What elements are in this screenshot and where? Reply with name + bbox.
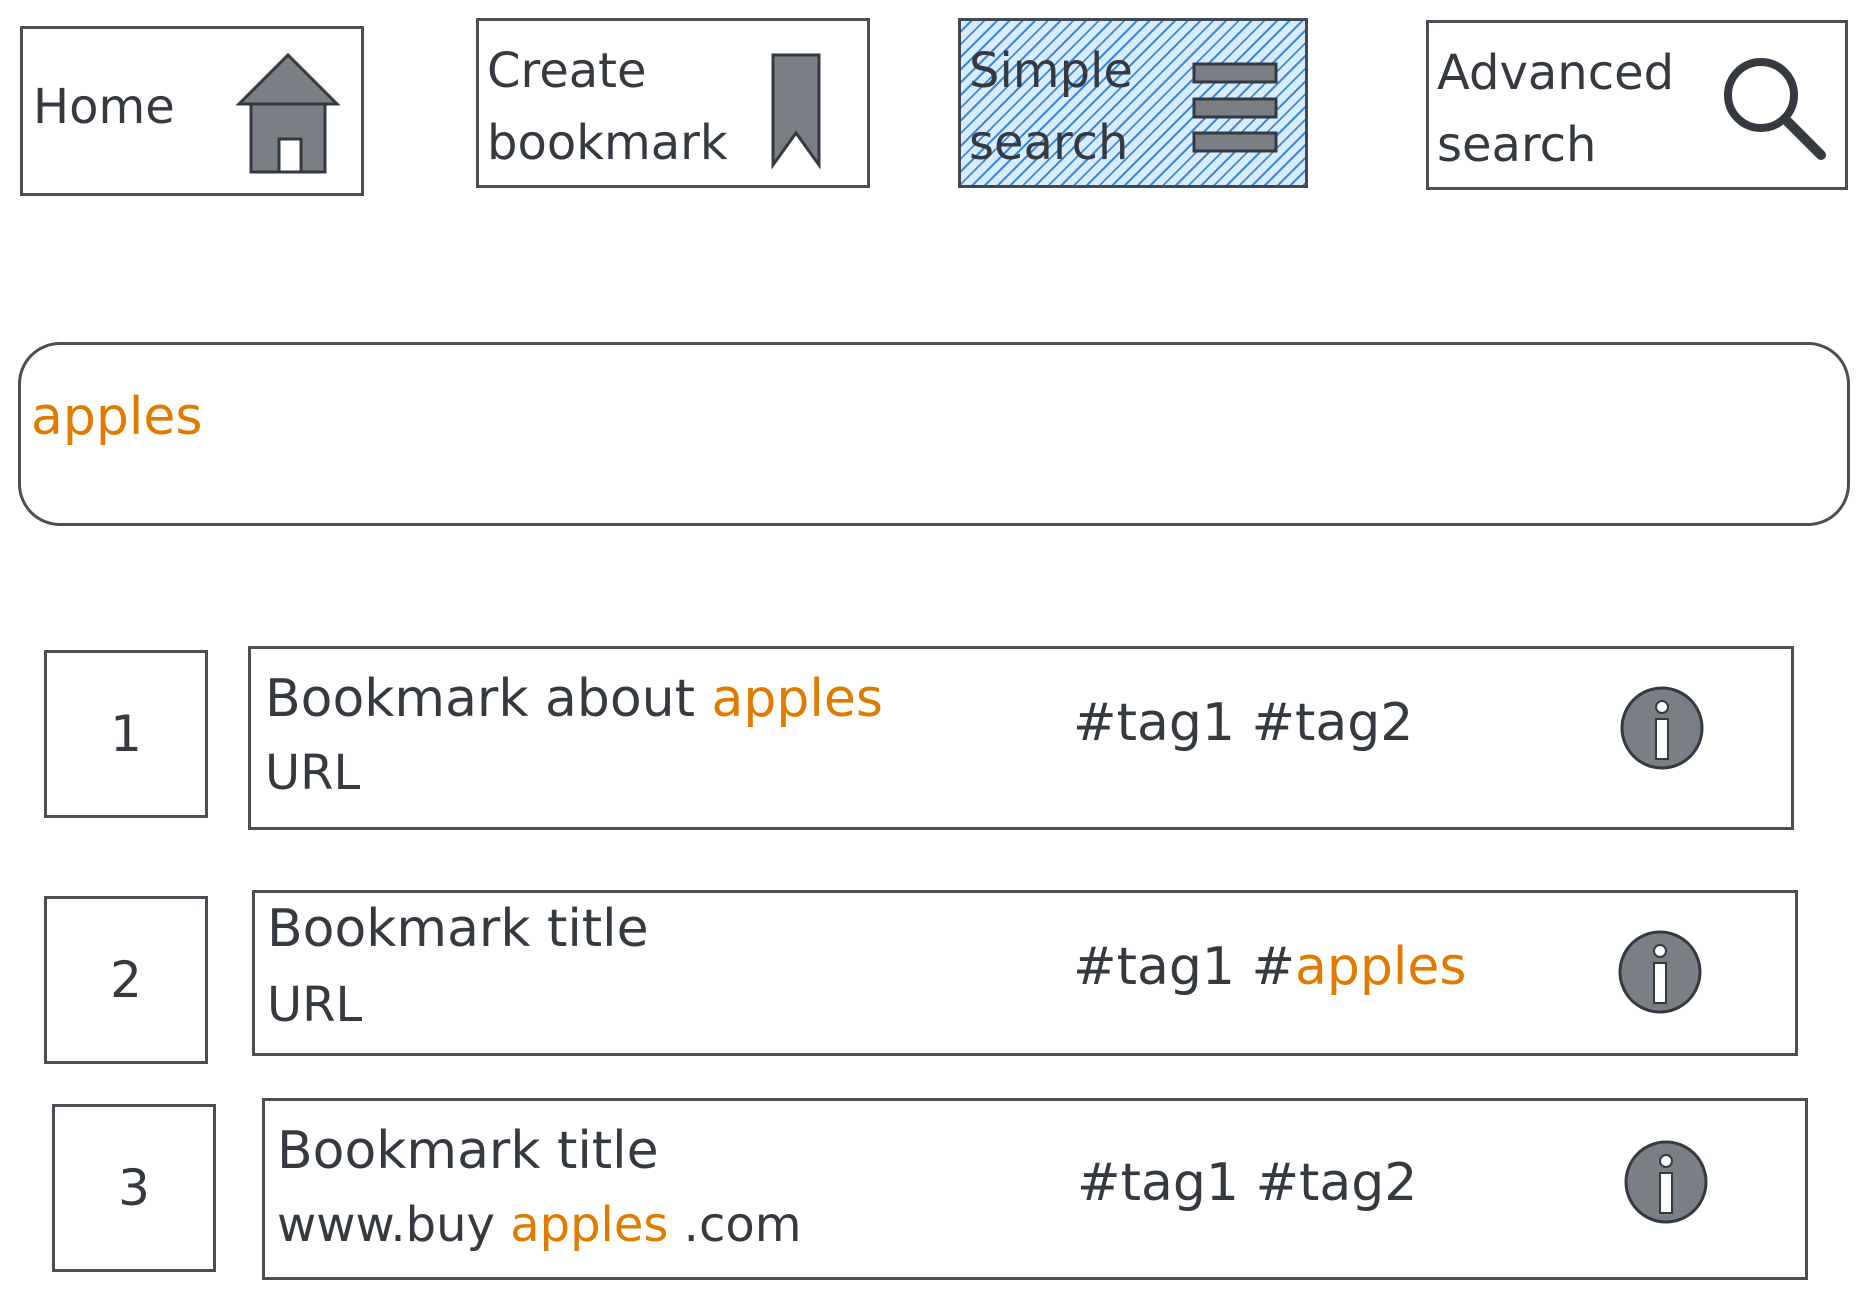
magnifier-icon	[1724, 58, 1826, 160]
result-title: Bookmark title	[267, 899, 649, 959]
advanced-search-label: Advanced search	[1437, 45, 1675, 173]
bookmark-icon	[771, 53, 821, 170]
result-tags-highlight: apples	[1295, 937, 1467, 997]
info-icon[interactable]	[1619, 685, 1705, 771]
result-tags: #tag1 #apples	[1073, 937, 1466, 997]
hamburger-menu-icon	[1192, 62, 1278, 153]
result-title-text: Bookmark title	[277, 1121, 659, 1181]
info-icon[interactable]	[1623, 1139, 1709, 1225]
search-input-value: apples	[31, 387, 203, 447]
result-row[interactable]: Bookmark title URL #tag1 #apples	[252, 890, 1798, 1056]
result-url: www.buy apples .com	[277, 1197, 801, 1253]
result-url: URL	[267, 977, 362, 1033]
result-tags: #tag1 #tag2	[1077, 1153, 1417, 1213]
result-tags: #tag1 #tag2	[1073, 693, 1413, 753]
result-title: Bookmark about apples	[265, 669, 883, 729]
result-index: 3	[52, 1104, 216, 1272]
create-bookmark-label: Create bookmark	[487, 43, 728, 171]
result-title-highlight: apples	[711, 669, 883, 729]
result-title: Bookmark title	[277, 1121, 659, 1181]
house-icon	[235, 52, 341, 174]
result-row[interactable]: Bookmark title www.buy apples .com #tag1…	[262, 1098, 1808, 1280]
advanced-search-button[interactable]: Advanced search	[1426, 20, 1848, 190]
result-index: 2	[44, 896, 208, 1064]
result-tags-text: #tag1 #tag2	[1073, 693, 1414, 753]
result-index-text: 2	[110, 951, 142, 1009]
create-bookmark-button[interactable]: Create bookmark	[476, 18, 870, 188]
simple-search-label: Simple search	[969, 43, 1133, 171]
result-url-text: URL	[265, 745, 361, 801]
result-index-text: 1	[110, 705, 142, 763]
simple-search-button[interactable]: Simple search	[958, 18, 1308, 188]
result-index-text: 3	[118, 1159, 150, 1217]
result-index: 1	[44, 650, 208, 818]
result-tags-text: #tag1 #tag2	[1077, 1153, 1418, 1213]
result-title-text: Bookmark title	[267, 899, 649, 959]
result-tags-text: #tag1 #	[1073, 937, 1296, 997]
result-row[interactable]: Bookmark about apples URL #tag1 #tag2	[248, 646, 1794, 830]
result-url-highlight: apples	[510, 1197, 669, 1253]
search-input[interactable]: apples	[18, 342, 1850, 526]
result-title-text: Bookmark about	[265, 669, 712, 729]
result-url-suffix: .com	[668, 1197, 802, 1253]
home-button-label: Home	[33, 79, 175, 135]
home-button[interactable]: Home	[20, 26, 364, 196]
result-url-text: www.buy	[277, 1197, 511, 1253]
info-icon[interactable]	[1617, 929, 1703, 1015]
result-url: URL	[265, 745, 360, 801]
result-url-text: URL	[267, 977, 363, 1033]
